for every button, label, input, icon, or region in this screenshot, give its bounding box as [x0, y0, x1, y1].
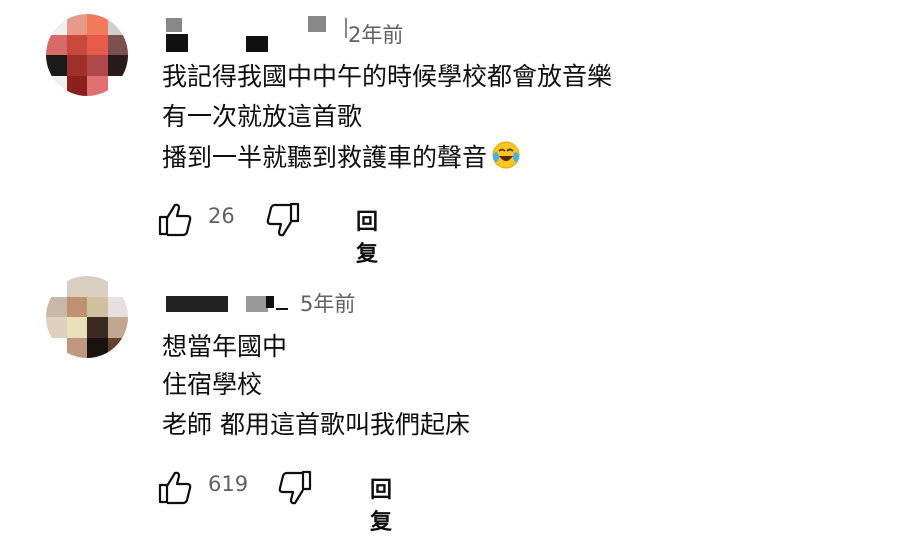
like-count: 619 [208, 472, 249, 496]
laughing-tears-emoji [492, 141, 520, 169]
comment-timestamp[interactable]: 5年前 [300, 288, 355, 318]
reply-button[interactable]: 回复 [370, 472, 392, 536]
comment-text-line: 住宿學校 [162, 370, 263, 399]
comment-text-line: 有一次就放這首歌 [162, 102, 363, 131]
comment-text-line: 我記得我國中中午的時候學校都會放音樂 [162, 62, 613, 91]
thumb-down-icon[interactable] [276, 468, 314, 506]
comment-thread: 2年前 我記得我國中中午的時候學校都會放音樂 有一次就放這首歌 播到一半就聽到救… [0, 0, 902, 267]
comment-text-line: 老師 都用這首歌叫我們起床 [162, 410, 470, 439]
avatar[interactable] [46, 276, 128, 358]
avatar[interactable] [46, 14, 128, 96]
like-count: 26 [208, 204, 235, 228]
comment-text-line: 想當年國中 [162, 332, 288, 361]
reply-button[interactable]: 回复 [356, 204, 378, 268]
thumb-down-icon[interactable] [264, 200, 302, 238]
comment-thread: 5年前 想當年國中 住宿學校 老師 都用這首歌叫我們起床 619 回复 [0, 268, 902, 535]
comment-text-line: 播到一半就聽到救護車的聲音 [162, 140, 521, 175]
thumb-up-icon[interactable] [156, 468, 194, 506]
comment-timestamp[interactable]: 2年前 [348, 19, 403, 49]
thumb-up-icon[interactable] [156, 200, 194, 238]
